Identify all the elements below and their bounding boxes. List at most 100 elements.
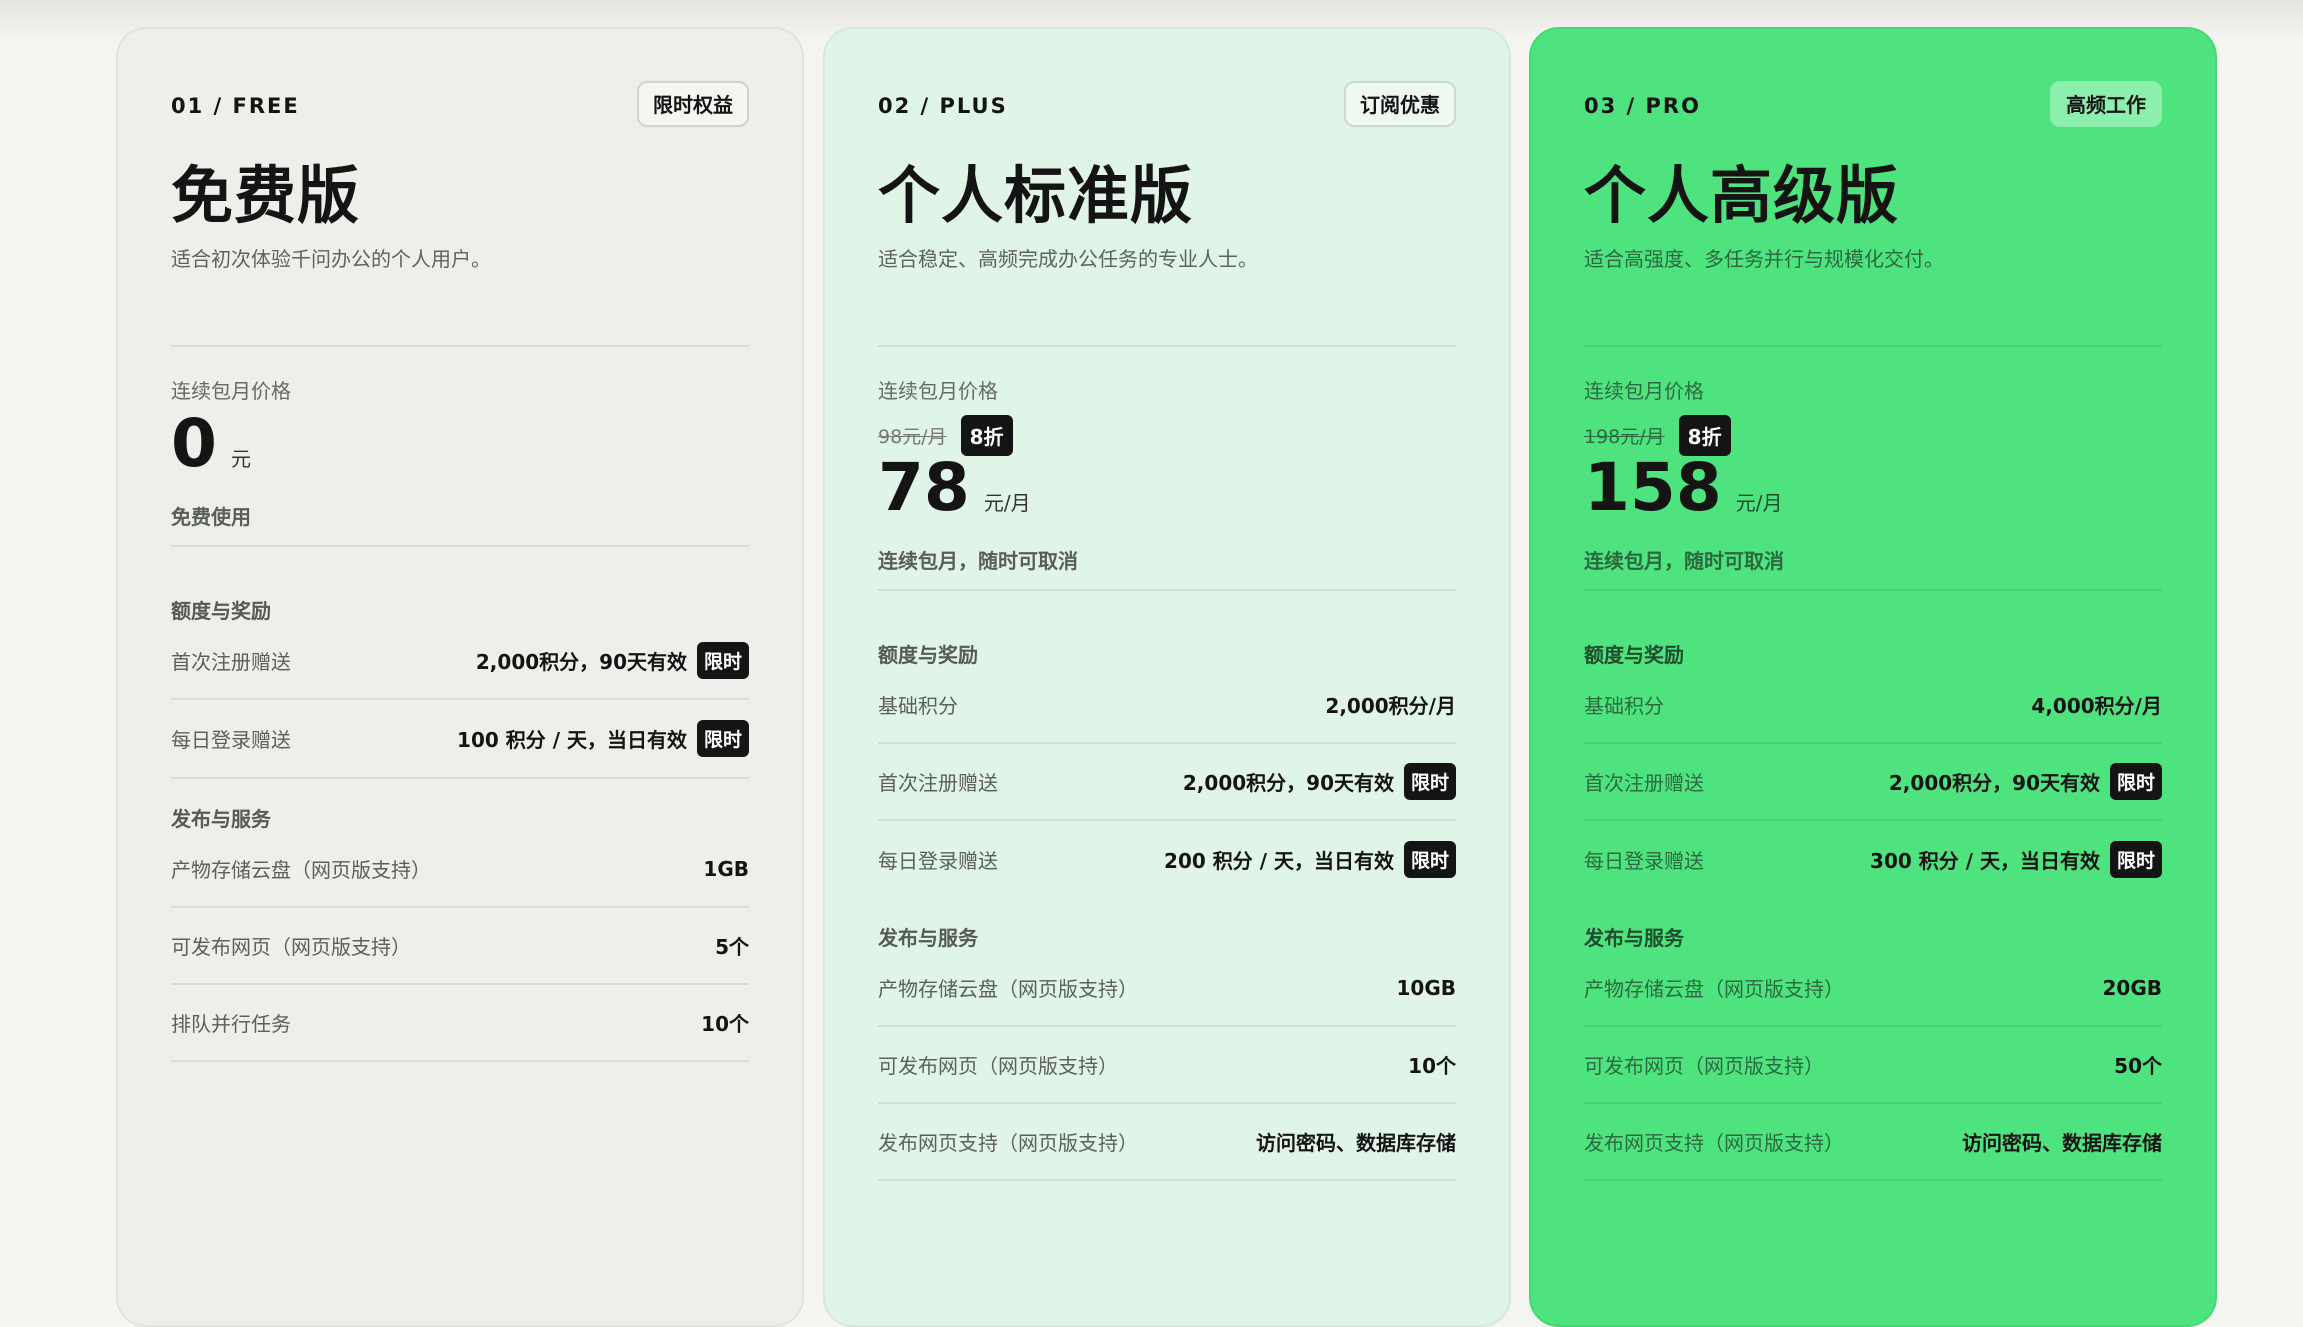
row-label: 排队并行任务: [171, 1012, 291, 1036]
row-value-text: 2,000积分，90天有效: [1182, 771, 1394, 795]
row-value: 2,000积分，90天有效 限时: [1183, 763, 1456, 800]
plan-code: 03 / PRO: [1584, 94, 1701, 118]
quota-row: 首次注册赠送 2,000积分，90天有效 限时: [878, 744, 1456, 821]
price-row: 0 元: [171, 411, 749, 477]
plan-header: 01 / FREE 限时权益: [171, 81, 749, 159]
limited-badge: 限时: [1403, 841, 1456, 878]
row-label: 每日登录赠送: [878, 849, 998, 873]
plan-description: 适合稳定、高频完成办公任务的专业人士。: [878, 247, 1258, 271]
row-label: 首次注册赠送: [878, 771, 998, 795]
row-label: 首次注册赠送: [1584, 771, 1704, 795]
quota-row: 每日登录赠送 300 积分 / 天，当日有效 限时: [1584, 821, 2162, 898]
divider: [1584, 589, 2162, 591]
divider: [171, 777, 749, 779]
service-row: 发布网页支持（网页版支持） 访问密码、数据库存储: [1584, 1104, 2162, 1181]
plan-card-plus[interactable]: 02 / PLUS 订阅优惠 个人标准版 适合稳定、高频完成办公任务的专业人士。…: [823, 27, 1511, 1327]
row-value: 2,000积分，90天有效 限时: [476, 642, 749, 679]
quota-row: 每日登录赠送 200 积分 / 天，当日有效 限时: [878, 821, 1456, 898]
price-row: 158 元/月: [1584, 455, 2162, 521]
quota-list: 基础积分 4,000积分/月 首次注册赠送 2,000积分，90天有效 限时 每日…: [1584, 667, 2162, 898]
row-value: 访问密码、数据库存储: [1256, 1131, 1456, 1155]
price-note: 连续包月，随时可取消: [1584, 549, 1784, 573]
row-label: 可发布网页（网页版支持）: [171, 935, 411, 959]
row-label: 产物存储云盘（网页版支持）: [1584, 977, 1844, 1001]
pricing-cards: 01 / FREE 限时权益 免费版 适合初次体验千问办公的个人用户。 连续包月…: [116, 27, 2217, 1327]
service-row: 可发布网页（网页版支持） 50个: [1584, 1027, 2162, 1104]
limited-badge: 限时: [2109, 763, 2162, 800]
price-note: 连续包月，随时可取消: [878, 549, 1078, 573]
row-value: 200 积分 / 天，当日有效 限时: [1164, 841, 1456, 878]
price-amount: 78: [878, 449, 970, 526]
divider: [171, 545, 749, 547]
original-price: 98元/月: [878, 425, 947, 448]
section-title-services: 发布与服务: [878, 926, 978, 950]
section-title-quota: 额度与奖励: [171, 599, 271, 623]
row-value: 10个: [1408, 1054, 1456, 1078]
divider: [878, 345, 1456, 347]
row-value: 1GB: [703, 856, 749, 881]
price-label: 连续包月价格: [878, 379, 998, 403]
section-title-services: 发布与服务: [1584, 926, 1684, 950]
section-title-services: 发布与服务: [171, 807, 271, 831]
plan-title: 个人高级版: [1584, 159, 1900, 232]
plan-description: 适合高强度、多任务并行与规模化交付。: [1584, 247, 1944, 271]
row-value-text: 300 积分 / 天，当日有效: [1870, 849, 2100, 873]
section-title-quota: 额度与奖励: [878, 643, 978, 667]
price-label: 连续包月价格: [171, 379, 291, 403]
row-label: 产物存储云盘（网页版支持）: [878, 977, 1138, 1001]
plan-tag: 限时权益: [637, 81, 749, 127]
row-value: 20GB: [2102, 975, 2163, 1000]
row-value: 2,000积分，90天有效 限时: [1889, 763, 2162, 800]
row-label: 产物存储云盘（网页版支持）: [171, 858, 431, 882]
price-unit: 元/月: [983, 491, 1031, 515]
row-label: 可发布网页（网页版支持）: [1584, 1054, 1824, 1078]
price-amount: 0: [171, 405, 217, 482]
row-value: 5个: [715, 935, 749, 959]
price-note: 免费使用: [171, 505, 251, 529]
row-value: 300 积分 / 天，当日有效 限时: [1870, 841, 2162, 878]
row-label: 基础积分: [1584, 694, 1664, 718]
quota-list: 基础积分 2,000积分/月 首次注册赠送 2,000积分，90天有效 限时 每日…: [878, 667, 1456, 898]
plan-card-free[interactable]: 01 / FREE 限时权益 免费版 适合初次体验千问办公的个人用户。 连续包月…: [116, 27, 804, 1327]
service-row: 可发布网页（网页版支持） 10个: [878, 1027, 1456, 1104]
row-value: 2,000积分/月: [1325, 694, 1456, 718]
row-value-text: 2,000积分，90天有效: [475, 650, 687, 674]
divider: [878, 589, 1456, 591]
price-amount: 158: [1584, 449, 1722, 526]
row-value: 100 积分 / 天，当日有效 限时: [457, 720, 749, 757]
plan-header: 02 / PLUS 订阅优惠: [878, 81, 1456, 159]
row-value: 4,000积分/月: [2031, 694, 2162, 718]
quota-row: 首次注册赠送 2,000积分，90天有效 限时: [171, 623, 749, 700]
plan-tag: 高频工作: [2050, 81, 2162, 127]
plan-card-pro[interactable]: 03 / PRO 高频工作 个人高级版 适合高强度、多任务并行与规模化交付。 连…: [1529, 27, 2217, 1327]
price-unit: 元: [230, 447, 251, 471]
row-label: 可发布网页（网页版支持）: [878, 1054, 1118, 1078]
row-value: 10GB: [1396, 975, 1457, 1000]
row-value: 50个: [2114, 1054, 2162, 1078]
service-row: 产物存储云盘（网页版支持） 20GB: [1584, 950, 2162, 1027]
service-row: 产物存储云盘（网页版支持） 1GB: [171, 831, 749, 908]
service-row: 排队并行任务 10个: [171, 985, 749, 1062]
row-value-text: 200 积分 / 天，当日有效: [1164, 849, 1394, 873]
service-list: 产物存储云盘（网页版支持） 10GB 可发布网页（网页版支持） 10个 发布网页…: [878, 950, 1456, 1181]
plan-code: 01 / FREE: [171, 94, 300, 118]
row-value: 访问密码、数据库存储: [1962, 1131, 2162, 1155]
service-row: 可发布网页（网页版支持） 5个: [171, 908, 749, 985]
plan-description: 适合初次体验千问办公的个人用户。: [171, 247, 491, 271]
row-value-text: 100 积分 / 天，当日有效: [457, 728, 687, 752]
divider: [171, 345, 749, 347]
row-label: 每日登录赠送: [1584, 849, 1704, 873]
limited-badge: 限时: [1403, 763, 1456, 800]
row-label: 发布网页支持（网页版支持）: [1584, 1131, 1844, 1155]
service-row: 产物存储云盘（网页版支持） 10GB: [878, 950, 1456, 1027]
plan-tag: 订阅优惠: [1344, 81, 1456, 127]
plan-title: 免费版: [171, 159, 361, 232]
service-row: 发布网页支持（网页版支持） 访问密码、数据库存储: [878, 1104, 1456, 1181]
plan-header: 03 / PRO 高频工作: [1584, 81, 2162, 159]
row-label: 首次注册赠送: [171, 650, 291, 674]
quota-row: 首次注册赠送 2,000积分，90天有效 限时: [1584, 744, 2162, 821]
service-list: 产物存储云盘（网页版支持） 1GB 可发布网页（网页版支持） 5个 排队并行任务…: [171, 831, 749, 1062]
limited-badge: 限时: [2109, 841, 2162, 878]
original-price: 198元/月: [1584, 425, 1665, 448]
quota-row: 基础积分 2,000积分/月: [878, 667, 1456, 744]
